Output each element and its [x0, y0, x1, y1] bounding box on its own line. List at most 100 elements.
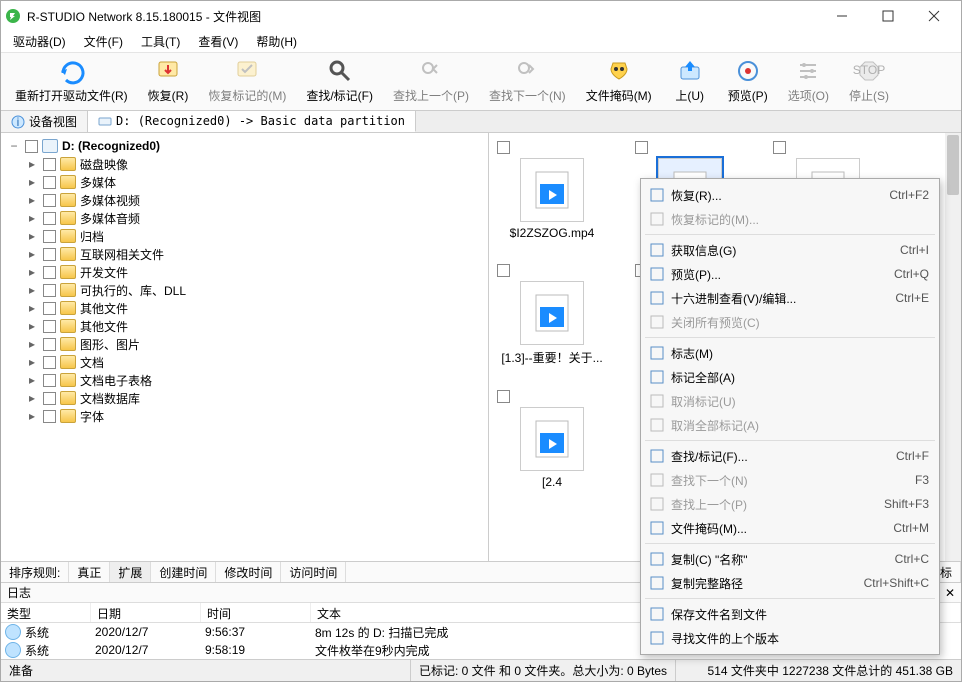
checkbox[interactable]	[43, 176, 56, 189]
sort-mtime[interactable]: 修改时间	[216, 562, 281, 582]
toolbar-reopen[interactable]: 重新打开驱动文件(R)	[9, 55, 134, 106]
toolbar-label: 查找/标记(F)	[306, 87, 373, 104]
context-menu[interactable]: 恢复(R)...Ctrl+F2恢复标记的(M)...获取信息(G)Ctrl+I预…	[640, 178, 940, 655]
ctx-copy[interactable]: 复制(C) "名称"Ctrl+C	[643, 547, 937, 571]
file-label: [2.4	[497, 475, 607, 489]
find-icon	[649, 448, 665, 464]
checkbox[interactable]	[43, 212, 56, 225]
close-preview-icon	[649, 314, 665, 330]
checkbox[interactable]	[43, 230, 56, 243]
maximize-button[interactable]	[865, 1, 911, 31]
ctx-preview[interactable]: 预览(P)...Ctrl+Q	[643, 262, 937, 286]
checkbox[interactable]	[635, 141, 648, 154]
menu-help[interactable]: 帮助(H)	[248, 31, 305, 52]
checkbox[interactable]	[43, 338, 56, 351]
tree-item[interactable]: ▸其他文件	[1, 317, 488, 335]
checkbox[interactable]	[43, 266, 56, 279]
ctx-recover[interactable]: 恢复(R)...Ctrl+F2	[643, 183, 937, 207]
logcol-time[interactable]: 时间	[201, 603, 311, 622]
logcol-date[interactable]: 日期	[91, 603, 201, 622]
checkbox[interactable]	[497, 390, 510, 403]
ctx-label: 十六进制查看(V)/编辑...	[671, 290, 895, 307]
toolbar-label: 查找下一个(N)	[489, 87, 566, 104]
tab-path[interactable]: D: (Recognized0) -> Basic data partition	[88, 111, 416, 132]
folder-tree[interactable]: −D: (Recognized0)▸磁盘映像▸多媒体▸多媒体视频▸多媒体音频▸归…	[1, 133, 489, 561]
checkbox[interactable]	[43, 392, 56, 405]
toolbar-label: 文件掩码(M)	[586, 87, 652, 104]
file-thumb[interactable]: [1.3]--重要！关于...	[497, 264, 607, 366]
tree-item[interactable]: ▸字体	[1, 407, 488, 425]
ctx-find[interactable]: 查找/标记(F)...Ctrl+F	[643, 444, 937, 468]
tree-item[interactable]: ▸其他文件	[1, 299, 488, 317]
checkbox[interactable]	[773, 141, 786, 154]
menu-drive[interactable]: 驱动器(D)	[5, 31, 74, 52]
ctx-save[interactable]: 保存文件名到文件	[643, 602, 937, 626]
tree-item-label: 文档电子表格	[80, 372, 152, 389]
tree-item[interactable]: ▸归档	[1, 227, 488, 245]
ctx-copy-path[interactable]: 复制完整路径Ctrl+Shift+C	[643, 571, 937, 595]
tree-item[interactable]: ▸文档电子表格	[1, 371, 488, 389]
toolbar-recover[interactable]: 恢复(R)	[142, 55, 195, 106]
checkbox[interactable]	[43, 302, 56, 315]
recover-icon	[649, 187, 665, 203]
statusbar: 准备 已标记: 0 文件 和 0 文件夹。总大小为: 0 Bytes 514 文…	[1, 659, 961, 681]
tree-item[interactable]: ▸开发文件	[1, 263, 488, 281]
ctx-label: 恢复(R)...	[671, 187, 889, 204]
checkbox[interactable]	[497, 141, 510, 154]
folder-icon	[60, 337, 76, 351]
checkbox[interactable]	[43, 248, 56, 261]
tree-item[interactable]: ▸多媒体	[1, 173, 488, 191]
toolbar-preview[interactable]: 预览(P)	[722, 55, 774, 106]
sort-atime[interactable]: 访问时间	[281, 562, 346, 582]
tree-root[interactable]: −D: (Recognized0)	[1, 137, 488, 155]
close-button[interactable]	[911, 1, 957, 31]
ctx-label: 复制(C) "名称"	[671, 551, 895, 568]
ctx-hex[interactable]: 十六进制查看(V)/编辑...Ctrl+E	[643, 286, 937, 310]
checkbox[interactable]	[497, 264, 510, 277]
sort-ctime[interactable]: 创建时间	[151, 562, 216, 582]
tree-item[interactable]: ▸文档数据库	[1, 389, 488, 407]
tree-item[interactable]: ▸多媒体视频	[1, 191, 488, 209]
menu-view[interactable]: 查看(V)	[190, 31, 246, 52]
tree-item-label: 多媒体音频	[80, 210, 140, 227]
tree-item[interactable]: ▸文档	[1, 353, 488, 371]
ctx-label: 标志(M)	[671, 345, 929, 362]
checkbox[interactable]	[43, 356, 56, 369]
checkbox[interactable]	[43, 320, 56, 333]
toolbar: 重新打开驱动文件(R)恢复(R)恢复标记的(M)查找/标记(F)查找上一个(P)…	[1, 53, 961, 111]
toolbar-mask[interactable]: 文件掩码(M)	[580, 55, 658, 106]
ctx-shortcut: Ctrl+F	[896, 449, 929, 463]
checkbox[interactable]	[43, 194, 56, 207]
sort-real[interactable]: 真正	[69, 562, 110, 582]
tree-item[interactable]: ▸磁盘映像	[1, 155, 488, 173]
ctx-label: 文件掩码(M)...	[671, 520, 893, 537]
tree-item[interactable]: ▸互联网相关文件	[1, 245, 488, 263]
checkbox[interactable]	[43, 284, 56, 297]
menu-file[interactable]: 文件(F)	[76, 31, 131, 52]
ctx-history[interactable]: 寻找文件的上个版本	[643, 626, 937, 650]
menu-tools[interactable]: 工具(T)	[133, 31, 188, 52]
ctx-label: 寻找文件的上个版本	[671, 630, 929, 647]
toolbar-up[interactable]: 上(U)	[666, 55, 714, 106]
tree-item[interactable]: ▸可执行的、库、DLL	[1, 281, 488, 299]
file-thumb[interactable]: $I2ZSZOG.mp4	[497, 141, 607, 240]
tree-item-label: 其他文件	[80, 318, 128, 335]
tree-item-label: 多媒体	[80, 174, 116, 191]
ctx-mark[interactable]: 标志(M)	[643, 341, 937, 365]
tree-item[interactable]: ▸多媒体音频	[1, 209, 488, 227]
log-close-icon[interactable]: ✕	[945, 586, 955, 600]
ctx-info[interactable]: 获取信息(G)Ctrl+I	[643, 238, 937, 262]
checkbox[interactable]	[43, 374, 56, 387]
ctx-mask[interactable]: 文件掩码(M)...Ctrl+M	[643, 516, 937, 540]
toolbar-find-mark[interactable]: 查找/标记(F)	[300, 55, 379, 106]
ctx-mark-all[interactable]: 标记全部(A)	[643, 365, 937, 389]
tree-item[interactable]: ▸图形、图片	[1, 335, 488, 353]
checkbox[interactable]	[43, 410, 56, 423]
scrollbar[interactable]	[945, 133, 961, 561]
checkbox[interactable]	[43, 158, 56, 171]
file-thumb[interactable]: [2.4	[497, 390, 607, 489]
sort-ext[interactable]: 扩展	[110, 562, 151, 582]
logcol-type[interactable]: 类型	[1, 603, 91, 622]
minimize-button[interactable]	[819, 1, 865, 31]
tab-device-view[interactable]: i 设备视图	[1, 111, 88, 132]
